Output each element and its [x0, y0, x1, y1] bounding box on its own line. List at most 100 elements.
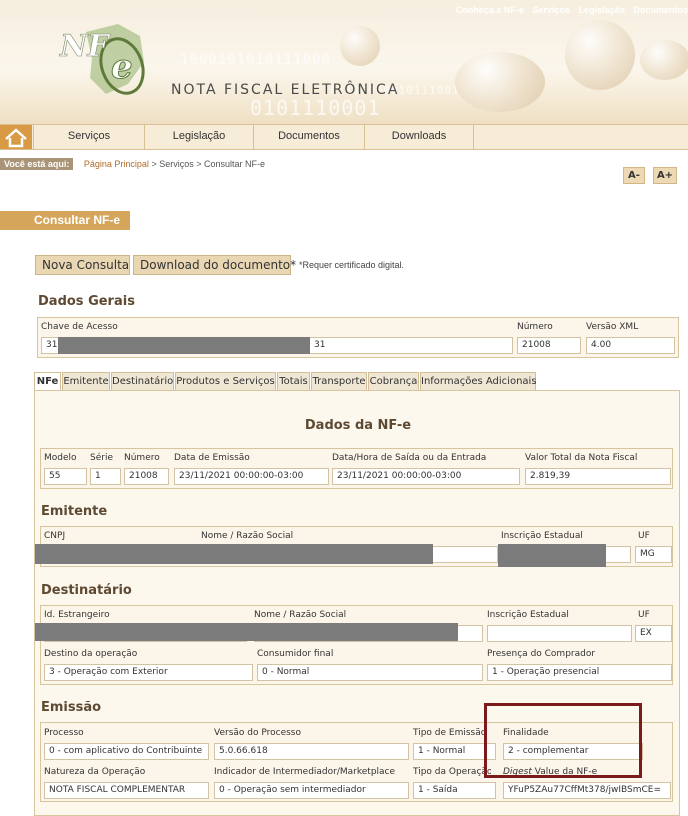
breadcrumb-current: Consultar NF-e: [204, 159, 266, 169]
download-document-button[interactable]: Download do documento*: [133, 255, 296, 275]
chave-label: Chave de Acesso: [41, 322, 118, 332]
font-increase-button[interactable]: A+: [653, 167, 677, 184]
serie-label: Série: [90, 453, 113, 463]
indicador-intermediador-label: Indicador de Intermediador/Marketplace: [214, 767, 396, 777]
numero-nfe-label: Número: [124, 453, 160, 463]
top-link-conheca[interactable]: Conheça a NF-e: [456, 5, 524, 15]
section-title-dados-gerais: Dados Gerais: [38, 294, 135, 309]
binary-decoration: 1000101010111000: [180, 52, 331, 68]
certificate-note: *Requer certificado digital.: [299, 260, 405, 270]
modelo-field: 55: [44, 468, 87, 485]
data-emissao-field: 23/11/2021 00:00:00-03:00: [174, 468, 329, 485]
breadcrumb-home-link[interactable]: Página Principal: [84, 159, 149, 169]
section-title-emitente: Emitente: [41, 504, 108, 519]
indicador-intermediador-field: 0 - Operação sem intermediador: [214, 782, 409, 799]
page-title: Consultar NF-e: [0, 211, 130, 230]
new-query-button[interactable]: Nova Consulta: [35, 255, 130, 275]
svg-text:e: e: [111, 47, 133, 87]
tab-informacoes-adicionais[interactable]: Informações Adicionais: [420, 372, 537, 391]
brand-title: NOTA FISCAL ELETRÔNICA: [171, 82, 400, 98]
breadcrumb-services-link[interactable]: Serviços: [159, 159, 194, 169]
numero-field: 21008: [517, 337, 581, 354]
top-link-legislacao[interactable]: Legislação: [578, 5, 625, 15]
natureza-operacao-field: NOTA FISCAL COMPLEMENTAR: [44, 782, 209, 799]
breadcrumb-label: Você está aqui:: [0, 158, 74, 170]
id-estrangeiro-label: Id. Estrangeiro: [44, 610, 110, 620]
numero-nfe-field: 21008: [124, 468, 169, 485]
decorative-sphere: [640, 40, 688, 80]
digest-value-field: YFuP5ZAu77CffMt378/jwIBSmCE=: [503, 782, 671, 799]
tab-produtos-servicos[interactable]: Produtos e Serviços: [175, 372, 276, 391]
versao-processo-field: 5.0.66.618: [214, 743, 409, 760]
dados-gerais-panel: Chave de Acesso 31 31 Número 21008 Versã…: [37, 317, 679, 358]
tipo-operacao-field: 1 - Saída: [413, 782, 496, 799]
breadcrumb-separator: >: [196, 159, 202, 169]
nav-item-servicos[interactable]: Serviços: [33, 125, 144, 149]
data-saida-label: Data/Hora de Saída ou da Entrada: [332, 453, 487, 463]
processo-label: Processo: [44, 728, 84, 738]
breadcrumb-separator: >: [151, 159, 157, 169]
tab-nfe[interactable]: NFe: [34, 372, 61, 391]
destinatario-ie-label: Inscrição Estadual: [487, 610, 569, 620]
natureza-operacao-label: Natureza da Operação: [44, 767, 146, 777]
destino-operacao-label: Destino da operação: [44, 649, 138, 659]
section-title-destinatario: Destinatário: [41, 583, 132, 598]
decorative-sphere: [565, 20, 635, 90]
data-saida-field: 23/11/2021 00:00:00-03:00: [332, 468, 520, 485]
consumidor-final-field: 0 - Normal: [257, 664, 483, 681]
emitente-nome-label: Nome / Razão Social: [201, 531, 294, 541]
top-link-servicos[interactable]: Serviços: [532, 5, 570, 15]
modelo-label: Modelo: [44, 453, 77, 463]
numero-label: Número: [517, 322, 553, 332]
highlight-box: [484, 703, 642, 778]
tab-emitente[interactable]: Emitente: [62, 372, 110, 391]
emitente-uf-field: MG: [635, 546, 672, 563]
presenca-comprador-label: Presença do Comprador: [487, 649, 596, 659]
font-decrease-button[interactable]: A-: [623, 167, 645, 184]
tipo-operacao-label: Tipo da Operação: [413, 767, 491, 777]
tab-totais[interactable]: Totais: [277, 372, 310, 391]
tab-transporte[interactable]: Transporte: [311, 372, 367, 391]
destinatario-ie-field: [487, 625, 632, 642]
tipo-emissao-label: Tipo de Emissão: [413, 728, 487, 738]
redaction-bar: [498, 544, 606, 567]
dados-nfe-panel: Modelo 55 Série 1 Número 21008 Data de E…: [40, 448, 673, 489]
redaction-bar: [35, 623, 458, 641]
emitente-ie-label: Inscrição Estadual: [501, 531, 583, 541]
versao-processo-label: Versão do Processo: [214, 728, 301, 738]
header-banner: 1000101010111000 01110000010111001 01011…: [0, 0, 688, 124]
redaction-bar: [58, 337, 310, 354]
chave-prefix: 31: [46, 340, 58, 350]
destinatario-uf-label: UF: [638, 610, 650, 620]
destino-operacao-field: 3 - Operação com Exterior: [44, 664, 253, 681]
redaction-bar: [35, 544, 433, 564]
valor-total-field: 2.819,39: [525, 468, 671, 485]
presenca-comprador-field: 1 - Operação presencial: [487, 664, 672, 681]
serie-field: 1: [90, 468, 121, 485]
main-nav: Serviços Legislação Documentos Downloads: [0, 124, 688, 150]
tab-destinatario[interactable]: Destinatário: [111, 372, 174, 391]
home-icon: [5, 128, 27, 148]
cnpj-label: CNPJ: [44, 531, 66, 541]
binary-decoration: 0101110001: [250, 96, 381, 120]
emitente-uf-label: UF: [638, 531, 650, 541]
destinatario-uf-field: EX: [635, 625, 672, 642]
nav-item-legislacao[interactable]: Legislação: [144, 125, 253, 149]
nfe-logo: NF e: [59, 24, 145, 95]
versao-label: Versão XML: [586, 322, 639, 332]
chave-suffix: 31: [314, 340, 326, 350]
home-button[interactable]: [0, 125, 32, 149]
data-emissao-label: Data de Emissão: [174, 453, 250, 463]
destinatario-nome-label: Nome / Razão Social: [254, 610, 347, 620]
nav-item-documentos[interactable]: Documentos: [253, 125, 364, 149]
breadcrumb: Você está aqui: Página Principal > Servi…: [0, 158, 265, 172]
valor-total-label: Valor Total da Nota Fiscal: [525, 453, 638, 463]
section-title-emissao: Emissão: [41, 700, 102, 715]
top-links: Conheça a NF-e Serviços Legislação Docum…: [450, 5, 688, 15]
top-link-documentos[interactable]: Documentos: [633, 5, 688, 15]
versao-field: 4.00: [586, 337, 675, 354]
tab-cobranca[interactable]: Cobrança: [368, 372, 419, 391]
destinatario-panel: Id. Estrangeiro Nome / Razão Social Insc…: [40, 605, 673, 685]
nav-item-downloads[interactable]: Downloads: [364, 125, 474, 149]
svg-text:NF: NF: [59, 29, 111, 64]
